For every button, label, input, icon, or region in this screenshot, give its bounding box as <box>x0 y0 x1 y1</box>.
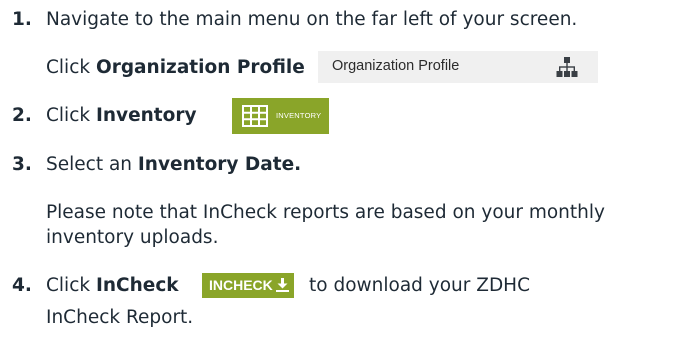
step-3-note-line-2: inventory uploads. <box>46 227 219 248</box>
step-number: 2. <box>12 105 32 126</box>
step-bold: InCheck <box>95 275 179 296</box>
step-number: 1. <box>12 9 32 30</box>
inventory-button[interactable]: INVENTORY <box>232 98 329 134</box>
instruction-prefix: Click <box>46 57 96 78</box>
step-4-suffix: to download your ZDHC <box>309 275 531 296</box>
org-chart-icon <box>556 56 578 82</box>
step-prefix: Click <box>46 105 96 126</box>
download-icon <box>275 278 289 295</box>
organization-profile-menu-item[interactable]: Organization Profile <box>318 51 598 83</box>
step-2: 2. Click Inventory <box>12 104 197 128</box>
incheck-button[interactable]: INCHECK <box>202 273 294 298</box>
step-number: 4. <box>12 275 32 296</box>
incheck-button-label: INCHECK <box>209 277 289 295</box>
step-text: Navigate to the main menu on the far lef… <box>46 9 578 30</box>
step-4: 4. Click InCheck <box>12 274 179 298</box>
step-number: 3. <box>12 154 32 175</box>
step-1: 1. Navigate to the main menu on the far l… <box>12 8 577 32</box>
step-1-instruction: Click Organization Profile <box>46 56 305 80</box>
step-bold: Inventory <box>95 105 197 126</box>
step-bold: Inventory Date. <box>137 154 302 175</box>
inventory-button-label: INVENTORY <box>276 111 322 120</box>
step-3-note-line-1: Please note that InCheck reports are bas… <box>46 202 605 223</box>
step-4-line-2: InCheck Report. <box>46 307 194 328</box>
instruction-bold: Organization Profile <box>95 57 305 78</box>
grid-table-icon <box>242 105 268 131</box>
step-prefix: Select an <box>46 154 138 175</box>
step-3: 3. Select an Inventory Date. <box>12 153 301 177</box>
step-prefix: Click <box>46 275 96 296</box>
organization-profile-label: Organization Profile <box>332 58 460 74</box>
